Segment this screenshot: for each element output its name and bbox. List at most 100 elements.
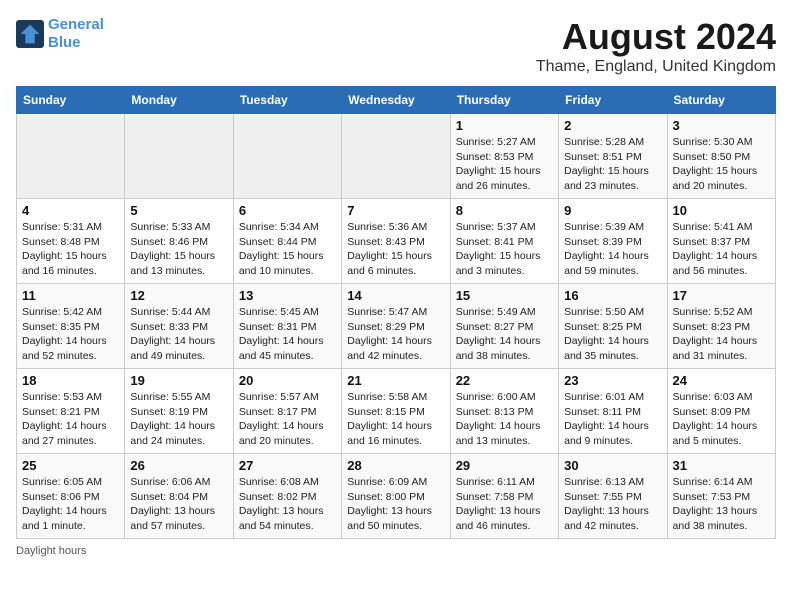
day-info: Sunrise: 6:09 AM Sunset: 8:00 PM Dayligh… <box>347 475 444 534</box>
day-info: Sunrise: 5:39 AM Sunset: 8:39 PM Dayligh… <box>564 220 661 279</box>
day-number: 3 <box>673 118 770 133</box>
day-number: 17 <box>673 288 770 303</box>
day-number: 26 <box>130 458 227 473</box>
logo-text: General Blue <box>48 16 104 52</box>
calendar-cell: 3 Sunrise: 5:30 AM Sunset: 8:50 PM Daylig… <box>667 114 775 199</box>
day-info: Sunrise: 5:33 AM Sunset: 8:46 PM Dayligh… <box>130 220 227 279</box>
day-number: 30 <box>564 458 661 473</box>
calendar-cell: 21 Sunrise: 5:58 AM Sunset: 8:15 PM Dayli… <box>342 369 450 454</box>
day-number: 19 <box>130 373 227 388</box>
day-number: 27 <box>239 458 336 473</box>
day-info: Sunrise: 5:53 AM Sunset: 8:21 PM Dayligh… <box>22 390 119 449</box>
calendar-cell: 2 Sunrise: 5:28 AM Sunset: 8:51 PM Daylig… <box>559 114 667 199</box>
calendar-week-row: 1 Sunrise: 5:27 AM Sunset: 8:53 PM Daylig… <box>17 114 776 199</box>
calendar-cell <box>342 114 450 199</box>
day-number: 20 <box>239 373 336 388</box>
calendar-cell: 13Sunrise: 5:45 AM Sunset: 8:31 PM Dayli… <box>233 284 341 369</box>
calendar-cell: 20Sunrise: 5:57 AM Sunset: 8:17 PM Dayli… <box>233 369 341 454</box>
day-info: Sunrise: 5:42 AM Sunset: 8:35 PM Dayligh… <box>22 305 119 364</box>
calendar-header-cell: Tuesday <box>233 87 341 114</box>
calendar-cell: 23Sunrise: 6:01 AM Sunset: 8:11 PM Dayli… <box>559 369 667 454</box>
day-info: Sunrise: 6:14 AM Sunset: 7:53 PM Dayligh… <box>673 475 770 534</box>
calendar-header-cell: Thursday <box>450 87 558 114</box>
calendar-week-row: 25 Sunrise: 6:05 AM Sunset: 8:06 PM Dayli… <box>17 454 776 539</box>
day-number: 31 <box>673 458 770 473</box>
calendar-cell: 7Sunrise: 5:36 AM Sunset: 8:43 PM Daylig… <box>342 199 450 284</box>
day-number: 10 <box>673 203 770 218</box>
day-info: Sunrise: 5:27 AM Sunset: 8:53 PM Dayligh… <box>456 135 553 194</box>
title-area: August 2024 Thame, England, United Kingd… <box>536 16 776 76</box>
calendar-cell <box>17 114 125 199</box>
footer-note: Daylight hours <box>16 545 776 557</box>
calendar-cell: 26 Sunrise: 6:06 AM Sunset: 8:04 PM Dayli… <box>125 454 233 539</box>
day-number: 22 <box>456 373 553 388</box>
calendar-cell: 22Sunrise: 6:00 AM Sunset: 8:13 PM Dayli… <box>450 369 558 454</box>
calendar-header-cell: Sunday <box>17 87 125 114</box>
day-number: 28 <box>347 458 444 473</box>
day-number: 15 <box>456 288 553 303</box>
calendar-cell: 1 Sunrise: 5:27 AM Sunset: 8:53 PM Daylig… <box>450 114 558 199</box>
calendar-cell: 24Sunrise: 6:03 AM Sunset: 8:09 PM Dayli… <box>667 369 775 454</box>
day-info: Sunrise: 5:31 AM Sunset: 8:48 PM Dayligh… <box>22 220 119 279</box>
calendar-header-cell: Monday <box>125 87 233 114</box>
day-number: 25 <box>22 458 119 473</box>
day-info: Sunrise: 5:34 AM Sunset: 8:44 PM Dayligh… <box>239 220 336 279</box>
day-info: Sunrise: 6:03 AM Sunset: 8:09 PM Dayligh… <box>673 390 770 449</box>
day-info: Sunrise: 5:58 AM Sunset: 8:15 PM Dayligh… <box>347 390 444 449</box>
calendar-cell: 6 Sunrise: 5:34 AM Sunset: 8:44 PM Daylig… <box>233 199 341 284</box>
day-number: 5 <box>130 203 227 218</box>
calendar-cell: 27Sunrise: 6:08 AM Sunset: 8:02 PM Dayli… <box>233 454 341 539</box>
logo-icon <box>16 20 44 48</box>
day-info: Sunrise: 5:41 AM Sunset: 8:37 PM Dayligh… <box>673 220 770 279</box>
day-number: 29 <box>456 458 553 473</box>
calendar-cell: 5 Sunrise: 5:33 AM Sunset: 8:46 PM Daylig… <box>125 199 233 284</box>
day-number: 21 <box>347 373 444 388</box>
calendar-cell: 15 Sunrise: 5:49 AM Sunset: 8:27 PM Dayli… <box>450 284 558 369</box>
calendar-header-cell: Saturday <box>667 87 775 114</box>
calendar-cell <box>233 114 341 199</box>
day-info: Sunrise: 5:55 AM Sunset: 8:19 PM Dayligh… <box>130 390 227 449</box>
day-info: Sunrise: 5:37 AM Sunset: 8:41 PM Dayligh… <box>456 220 553 279</box>
calendar-cell: 8Sunrise: 5:37 AM Sunset: 8:41 PM Daylig… <box>450 199 558 284</box>
calendar-cell: 4 Sunrise: 5:31 AM Sunset: 8:48 PM Daylig… <box>17 199 125 284</box>
calendar-cell: 10 Sunrise: 5:41 AM Sunset: 8:37 PM Dayli… <box>667 199 775 284</box>
calendar-cell: 18 Sunrise: 5:53 AM Sunset: 8:21 PM Dayli… <box>17 369 125 454</box>
calendar-cell: 19 Sunrise: 5:55 AM Sunset: 8:19 PM Dayli… <box>125 369 233 454</box>
sub-title: Thame, England, United Kingdom <box>536 58 776 76</box>
calendar-cell: 28 Sunrise: 6:09 AM Sunset: 8:00 PM Dayli… <box>342 454 450 539</box>
calendar-header-row: SundayMondayTuesdayWednesdayThursdayFrid… <box>17 87 776 114</box>
day-info: Sunrise: 6:05 AM Sunset: 8:06 PM Dayligh… <box>22 475 119 534</box>
calendar-header-cell: Friday <box>559 87 667 114</box>
day-info: Sunrise: 5:28 AM Sunset: 8:51 PM Dayligh… <box>564 135 661 194</box>
day-number: 9 <box>564 203 661 218</box>
day-number: 16 <box>564 288 661 303</box>
calendar-week-row: 18 Sunrise: 5:53 AM Sunset: 8:21 PM Dayli… <box>17 369 776 454</box>
day-info: Sunrise: 6:06 AM Sunset: 8:04 PM Dayligh… <box>130 475 227 534</box>
day-number: 2 <box>564 118 661 133</box>
day-number: 4 <box>22 203 119 218</box>
calendar-cell: 29 Sunrise: 6:11 AM Sunset: 7:58 PM Dayli… <box>450 454 558 539</box>
calendar-cell: 25 Sunrise: 6:05 AM Sunset: 8:06 PM Dayli… <box>17 454 125 539</box>
logo: General Blue <box>16 16 104 52</box>
day-info: Sunrise: 5:30 AM Sunset: 8:50 PM Dayligh… <box>673 135 770 194</box>
day-number: 14 <box>347 288 444 303</box>
calendar-cell: 17Sunrise: 5:52 AM Sunset: 8:23 PM Dayli… <box>667 284 775 369</box>
day-info: Sunrise: 5:36 AM Sunset: 8:43 PM Dayligh… <box>347 220 444 279</box>
calendar-cell: 11 Sunrise: 5:42 AM Sunset: 8:35 PM Dayli… <box>17 284 125 369</box>
day-info: Sunrise: 6:01 AM Sunset: 8:11 PM Dayligh… <box>564 390 661 449</box>
day-info: Sunrise: 6:11 AM Sunset: 7:58 PM Dayligh… <box>456 475 553 534</box>
day-number: 6 <box>239 203 336 218</box>
day-info: Sunrise: 5:50 AM Sunset: 8:25 PM Dayligh… <box>564 305 661 364</box>
day-number: 11 <box>22 288 119 303</box>
day-info: Sunrise: 5:44 AM Sunset: 8:33 PM Dayligh… <box>130 305 227 364</box>
day-number: 1 <box>456 118 553 133</box>
calendar-week-row: 11 Sunrise: 5:42 AM Sunset: 8:35 PM Dayli… <box>17 284 776 369</box>
day-info: Sunrise: 5:45 AM Sunset: 8:31 PM Dayligh… <box>239 305 336 364</box>
day-info: Sunrise: 5:49 AM Sunset: 8:27 PM Dayligh… <box>456 305 553 364</box>
calendar-table: SundayMondayTuesdayWednesdayThursdayFrid… <box>16 86 776 539</box>
day-info: Sunrise: 6:13 AM Sunset: 7:55 PM Dayligh… <box>564 475 661 534</box>
calendar-cell: 12Sunrise: 5:44 AM Sunset: 8:33 PM Dayli… <box>125 284 233 369</box>
calendar-cell: 14 Sunrise: 5:47 AM Sunset: 8:29 PM Dayli… <box>342 284 450 369</box>
day-number: 18 <box>22 373 119 388</box>
day-info: Sunrise: 5:47 AM Sunset: 8:29 PM Dayligh… <box>347 305 444 364</box>
